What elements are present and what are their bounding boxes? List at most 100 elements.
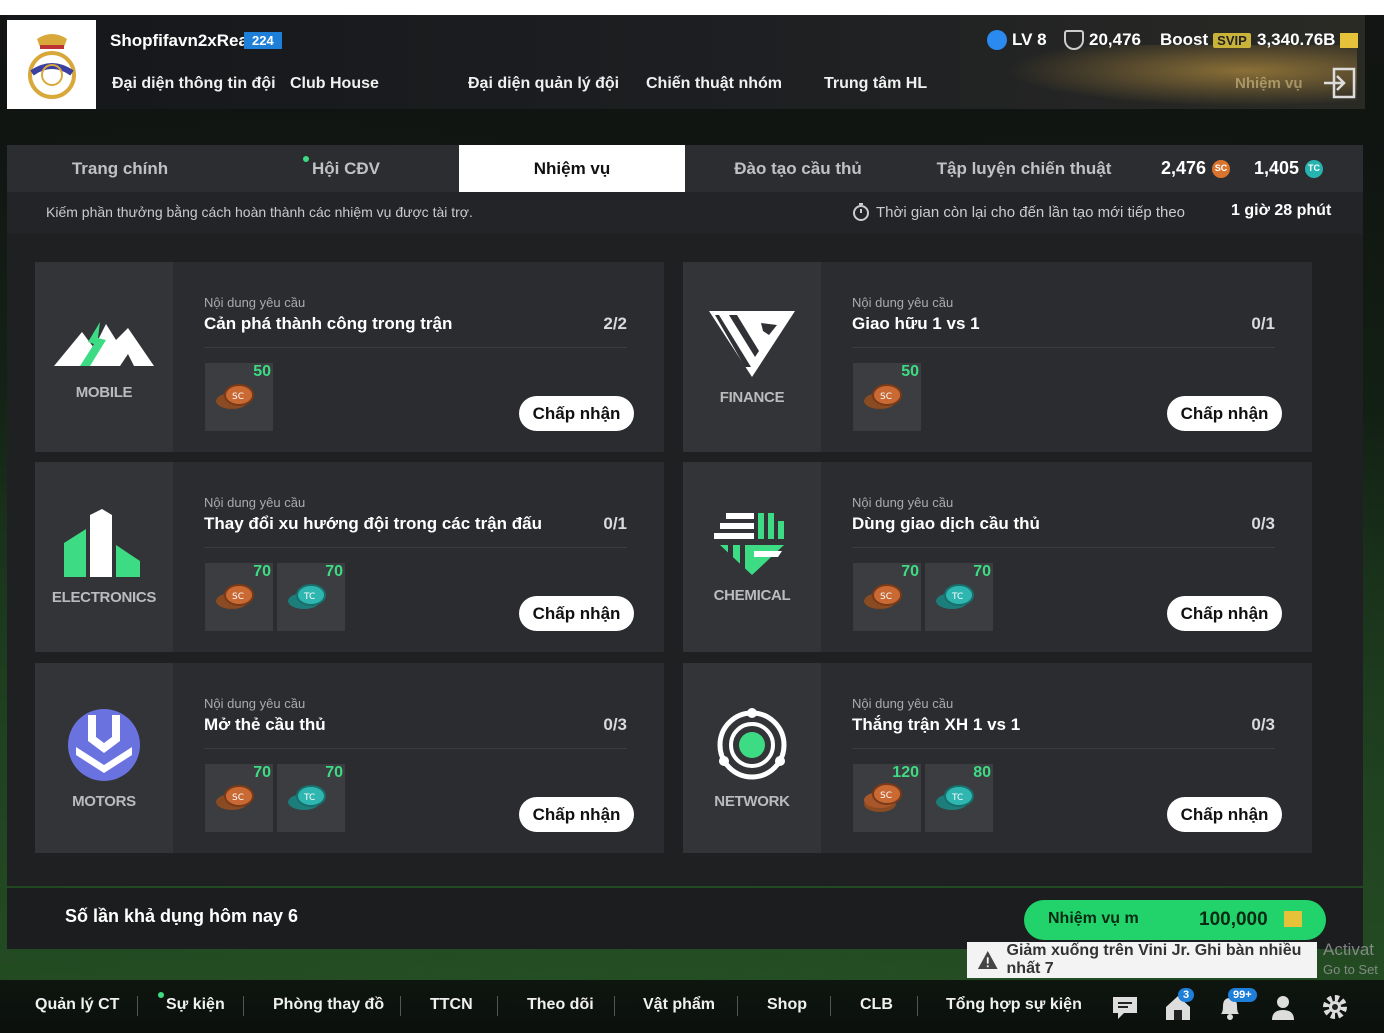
profile-icon[interactable]: [1268, 992, 1298, 1022]
accept-button[interactable]: Chấp nhận: [1167, 596, 1282, 631]
motors-logo-icon: [68, 708, 140, 781]
separator: [243, 996, 244, 1016]
top-strip: [0, 0, 1384, 15]
nav-club-house[interactable]: Club House: [290, 75, 379, 93]
settings-gear-icon[interactable]: [1320, 992, 1350, 1022]
sponsor-network: NETWORK: [683, 663, 821, 853]
bottom-nav-shop[interactable]: Shop: [767, 996, 807, 1014]
notification-toast[interactable]: Giảm xuống trên Vini Jr. Ghi bàn nhiều n…: [967, 942, 1317, 978]
header-mission-label: Nhiệm vụ: [1235, 75, 1303, 92]
mission-progress: 0/3: [1251, 715, 1275, 734]
nav-training-center[interactable]: Trung tâm HL: [824, 75, 927, 93]
reward-quantity: 70: [901, 563, 919, 580]
divider: [204, 347, 627, 348]
exit-icon[interactable]: [1322, 65, 1358, 101]
separator: [614, 996, 615, 1016]
bottom-nav-items[interactable]: Vật phẩm: [643, 996, 715, 1014]
header-bar: Shopfifavn2xReal 224 Đại diện thông tin …: [7, 15, 1365, 109]
nav-team-info[interactable]: Đại diện thông tin đội: [112, 75, 276, 93]
tab-home[interactable]: Trang chính: [7, 145, 233, 192]
reward-tc: TC 70: [277, 764, 345, 832]
tab-tactics-practice[interactable]: Tập luyện chiến thuật: [911, 145, 1137, 192]
available-count: Số lần khả dụng hôm nay 6: [65, 906, 299, 926]
tab-missions[interactable]: Nhiệm vụ: [459, 145, 685, 192]
bottom-nav-events[interactable]: Sự kiện: [166, 996, 225, 1014]
svg-text:SC: SC: [880, 791, 892, 801]
mission-progress: 0/1: [1251, 314, 1275, 333]
reward-quantity: 50: [901, 363, 919, 380]
svg-text:SC: SC: [880, 592, 892, 602]
sc-coins-icon: SC: [216, 785, 254, 810]
bottom-nav-follow[interactable]: Theo dõi: [527, 996, 594, 1014]
mission-title: Giao hữu 1 vs 1: [852, 314, 980, 333]
team-name: Shopfifavn2xReal: [110, 31, 253, 50]
tab-fan-club[interactable]: Hội CĐV: [233, 145, 459, 192]
accept-button[interactable]: Chấp nhận: [519, 596, 634, 631]
reward-tc: TC 70: [277, 563, 345, 631]
svg-text:TC: TC: [303, 592, 315, 602]
manager-level: LV 8: [987, 30, 1047, 50]
mission-reward-button[interactable]: Nhiệm vụ m 100,000: [1024, 900, 1326, 940]
reward-sc: SC 50: [205, 363, 273, 431]
mission-title: Thay đổi xu hướng đội trong các trận đấu: [204, 514, 542, 533]
reward-quantity: 120: [892, 764, 919, 781]
club-logo[interactable]: [7, 20, 96, 109]
real-madrid-crest-icon: [27, 33, 76, 99]
mission-title: Thắng trận XH 1 vs 1: [852, 715, 1021, 734]
home-badge: 3: [1178, 988, 1195, 1002]
sponsor-motors: MOTORS: [35, 663, 173, 853]
missions-panel: MOBILE Nội dung yêu cầu Cản phá thành cô…: [7, 234, 1363, 886]
nav-group-tactics[interactable]: Chiến thuật nhóm: [646, 75, 782, 93]
sponsor-finance: FINANCE: [683, 262, 821, 452]
chat-icon[interactable]: [1110, 992, 1140, 1022]
tc-coins-icon: TC: [936, 584, 974, 609]
mission-card: MOBILE Nội dung yêu cầu Cản phá thành cô…: [35, 262, 664, 452]
tc-coin-icon: TC: [1305, 159, 1324, 178]
svg-text:SC: SC: [232, 592, 244, 602]
separator: [917, 996, 918, 1016]
footer-bar: Số lần khả dụng hôm nay 6 Nhiệm vụ m 100…: [7, 888, 1363, 949]
svg-text:TC: TC: [951, 592, 963, 602]
nav-team-manager[interactable]: Đại diện quản lý đội: [468, 75, 619, 93]
reward-quantity: 70: [253, 764, 271, 781]
reward-sc: SC 70: [853, 563, 921, 631]
bottom-nav-manage[interactable]: Quản lý CT: [35, 996, 119, 1014]
mission-title: Cản phá thành công trong trận: [204, 314, 453, 333]
divider: [852, 347, 1275, 348]
reward-quantity: 80: [973, 764, 991, 781]
finance-logo-icon: [709, 310, 795, 377]
accept-button[interactable]: Chấp nhận: [1167, 396, 1282, 431]
bottom-nav-ttcn[interactable]: TTCN: [430, 996, 473, 1014]
accept-button[interactable]: Chấp nhận: [519, 797, 634, 832]
requirement-label: Nội dung yêu cầu: [852, 495, 954, 510]
mission-progress: 0/3: [1251, 514, 1275, 533]
separator: [830, 996, 831, 1016]
sponsor-chemical: CHEMICAL: [683, 462, 821, 652]
mission-card: CHEMICAL Nội dung yêu cầu Dùng giao dịch…: [683, 462, 1312, 652]
tc-coins-icon: TC: [288, 584, 326, 609]
accept-button[interactable]: Chấp nhận: [519, 396, 634, 431]
requirement-label: Nội dung yêu cầu: [204, 696, 306, 711]
mission-reward-label: Nhiệm vụ m: [1048, 910, 1139, 927]
mission-hint: Kiếm phần thưởng bằng cách hoàn thành cá…: [46, 204, 473, 220]
reward-tc: TC 80: [925, 764, 993, 832]
bottom-nav-event-summary[interactable]: Tổng hợp sự kiện: [946, 996, 1082, 1014]
boost-status[interactable]: Boost SVIP: [1160, 30, 1251, 50]
requirement-label: Nội dung yêu cầu: [204, 295, 306, 310]
reward-tc: TC 70: [925, 563, 993, 631]
separator: [400, 996, 401, 1016]
separator: [137, 996, 138, 1016]
requirement-label: Nội dung yêu cầu: [852, 295, 954, 310]
accept-button[interactable]: Chấp nhận: [1167, 797, 1282, 832]
refresh-timer-value: 1 giờ 28 phút: [1231, 202, 1332, 219]
team-ovr: 20,476: [1064, 30, 1141, 50]
mission-progress: 0/3: [603, 715, 627, 734]
bottom-nav-club[interactable]: CLB: [860, 996, 893, 1014]
tab-player-training[interactable]: Đào tạo cầu thủ: [685, 145, 911, 192]
sc-coins-icon: SC: [216, 384, 254, 409]
tc-coins-icon: TC: [936, 785, 974, 810]
bottom-nav-locker-room[interactable]: Phòng thay đồ: [273, 996, 384, 1014]
requirement-label: Nội dung yêu cầu: [204, 495, 306, 510]
divider: [204, 748, 627, 749]
reward-sc: SC 70: [205, 563, 273, 631]
